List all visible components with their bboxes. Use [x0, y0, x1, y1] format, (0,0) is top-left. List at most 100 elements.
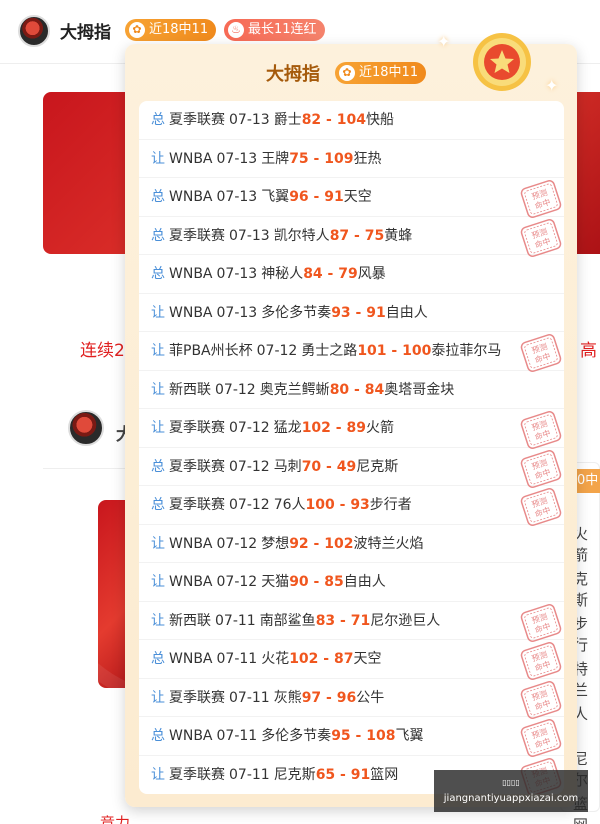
bet-type-tag: 让	[151, 304, 165, 321]
bottom-headline[interactable]: 竞力	[100, 812, 130, 824]
team-a: 马刺	[273, 458, 302, 475]
prediction-row[interactable]: 总 WNBA 07-13 飞翼96 - 91天空 预测 命中	[139, 178, 564, 218]
score-b: 75	[364, 227, 385, 244]
prediction-row[interactable]: 让夏季联赛 07-11 灰熊97 - 96公牛 预测 命中	[139, 679, 564, 719]
team-a: 猛龙	[273, 420, 302, 436]
team-a: 灰熊	[273, 689, 302, 706]
score-a: 87	[329, 227, 350, 244]
prediction-row[interactable]: 总 WNBA 07-11 火花102 - 87天空 预测 命中	[139, 640, 564, 680]
sparkle-icon: ✦	[545, 76, 559, 95]
prediction-row[interactable]: 让夏季联赛 07-12 猛龙102 - 89火箭 预测 命中	[139, 409, 564, 449]
score-b: 102	[324, 535, 354, 552]
prediction-row[interactable]: 让新西联 07-11 南部鲨鱼83 - 71尼尔逊巨人 预测 命中	[139, 602, 564, 642]
league-name: 夏季联赛	[169, 420, 225, 436]
match-date: 07-13	[216, 150, 258, 167]
bet-type-tag: 让	[151, 535, 165, 552]
score-b: 89	[346, 420, 366, 436]
article-headline-right[interactable]: 高	[580, 336, 597, 361]
prediction-row[interactable]: 让新西联 07-12 奥克兰鳄蜥80 - 84奥塔哥金块	[139, 371, 564, 409]
bet-type-tag: 总	[151, 728, 165, 744]
league-name: 菲PBA州长杯	[169, 343, 253, 359]
team-b: 天空	[343, 189, 372, 205]
score-a: 90	[289, 574, 309, 590]
league-name: WNBA	[169, 150, 213, 167]
prediction-hit-stamp: 预测命中	[520, 719, 562, 757]
score-separator: -	[321, 112, 337, 128]
league-name: WNBA	[169, 651, 213, 667]
score-separator: -	[334, 497, 351, 513]
score-a: 93	[331, 304, 351, 321]
article-headline-left[interactable]: 连续2	[80, 336, 125, 361]
team-a: 梦想	[261, 535, 290, 552]
score-a: 101	[357, 343, 387, 359]
prediction-hit-stamp: 预测命中	[520, 603, 562, 642]
match-date: 07-13	[216, 189, 258, 205]
score-b: 49	[336, 458, 357, 475]
team-b: 步行者	[369, 497, 412, 513]
score-b: 104	[336, 112, 366, 128]
score-a: 102	[301, 420, 331, 436]
league-name: WNBA	[169, 728, 213, 744]
score-separator: -	[350, 304, 367, 321]
score-b: 96	[336, 689, 357, 706]
popup-title: 大拇指	[266, 64, 320, 85]
prediction-row[interactable]: 让 WNBA 07-12 梦想92 - 102波特兰火焰	[139, 525, 564, 563]
prediction-row[interactable]: 总夏季联赛 07-13 凯尔特人87 - 75黄蜂 预测 命中	[139, 217, 564, 257]
league-name: 夏季联赛	[169, 689, 225, 706]
match-date: 07-12	[216, 535, 258, 552]
prediction-row[interactable]: 让 WNBA 07-12 天猫90 - 85自由人	[139, 563, 564, 602]
prediction-row[interactable]: 总 WNBA 07-11 多伦多节奏95 - 108飞翼 预测 命中	[139, 717, 564, 757]
score-b: 87	[333, 651, 354, 667]
prediction-row[interactable]: 让 WNBA 07-13 多伦多节奏93 - 91自由人	[139, 294, 564, 332]
prediction-row[interactable]: 让菲PBA州长杯 07-12 勇士之路101 - 100泰拉菲尔马 预测 命中	[139, 332, 564, 372]
bet-type-tag: 总	[151, 227, 165, 244]
match-date: 07-12	[229, 497, 270, 513]
score-separator: -	[321, 458, 337, 475]
watermark-line1: ▯▯▯▯	[502, 778, 520, 787]
score-b: 109	[324, 150, 354, 167]
team-a: 多伦多节奏	[261, 304, 332, 321]
match-date: 07-13	[216, 266, 258, 282]
score-separator: -	[349, 381, 365, 398]
team-b: 波特兰火焰	[353, 535, 424, 552]
prediction-row[interactable]: 总夏季联赛 07-13 爵士82 - 104快船	[139, 101, 564, 140]
thumb-icon: ✿	[339, 65, 355, 81]
flame-icon: ♨	[228, 22, 244, 38]
league-name: 夏季联赛	[169, 766, 225, 783]
bet-type-tag: 让	[151, 343, 165, 359]
score-separator: -	[308, 189, 325, 205]
prediction-hit-stamp: 预测命中	[520, 642, 562, 680]
streak-badge: ♨ 最长11连红	[224, 19, 325, 41]
score-separator: -	[322, 266, 339, 282]
score-separator: -	[350, 728, 367, 744]
prediction-row[interactable]: 总 WNBA 07-13 神秘人84 - 79风暴	[139, 255, 564, 294]
league-name: 夏季联赛	[169, 458, 225, 475]
team-a: 奥克兰鳄蜥	[259, 381, 330, 398]
team-b: 狂热	[353, 150, 382, 167]
bet-type-tag: 让	[151, 420, 165, 436]
avatar[interactable]	[18, 15, 50, 47]
watermark-url: jiangnantiyuappxiazai.com	[443, 793, 579, 804]
league-name: 夏季联赛	[169, 227, 225, 244]
team-b: 尼克斯	[356, 458, 399, 475]
match-date: 07-11	[229, 766, 270, 783]
team-a: 凯尔特人	[273, 227, 330, 244]
user-name[interactable]: 大拇指	[60, 18, 111, 43]
prediction-row[interactable]: 总夏季联赛 07-12 马刺70 - 49尼克斯 预测 命中	[139, 448, 564, 488]
team-b: 黄蜂	[384, 227, 413, 244]
prediction-hit-stamp: 预测命中	[520, 180, 562, 218]
score-b: 100	[402, 343, 432, 359]
match-date: 07-12	[215, 381, 256, 398]
prediction-row[interactable]: 总夏季联赛 07-12 76人100 - 93步行者 预测 命中	[139, 486, 564, 526]
score-b: 84	[364, 381, 385, 398]
score-b: 91	[366, 304, 386, 321]
team-a: 王牌	[261, 150, 290, 167]
team-a: 勇士之路	[301, 343, 358, 359]
bet-type-tag: 总	[151, 266, 165, 282]
league-name: WNBA	[169, 574, 213, 590]
prediction-row[interactable]: 让 WNBA 07-13 王牌75 - 109狂热	[139, 140, 564, 178]
streak-label: 最长11连红	[248, 22, 317, 37]
author-avatar[interactable]	[68, 410, 104, 446]
score-b: 93	[350, 497, 370, 513]
score-separator: -	[318, 651, 334, 667]
